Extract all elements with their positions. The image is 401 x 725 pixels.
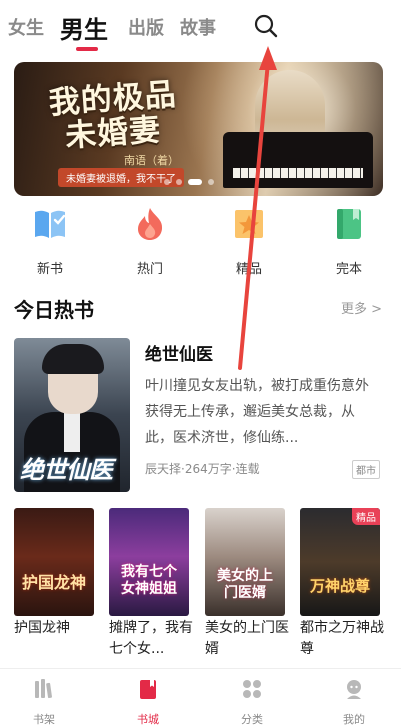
top-tabs: 女生 男生 出版 故事 <box>0 0 401 56</box>
finished-book-icon <box>337 209 361 239</box>
category-label: 完本 <box>335 262 362 277</box>
book-cover[interactable]: 我有七个女神姐姐 <box>109 508 189 616</box>
book-cover[interactable]: 美女的上门医婿 <box>205 508 285 616</box>
book-word-count: 264万字 <box>184 462 232 476</box>
book-cover[interactable]: 万神战尊 精品 <box>300 508 380 616</box>
category-hot[interactable]: 热门 <box>120 206 180 277</box>
nav-profile[interactable]: 我的 <box>324 677 384 725</box>
featured-book-description: 叶川撞见女友出轨，被打成重伤意外获得无上传承，邂逅美女总裁，从此，医术济世，修仙… <box>145 378 369 446</box>
nav-label: 书架 <box>33 713 55 725</box>
featured-book-cover[interactable]: 绝世仙医 <box>14 338 130 492</box>
promo-banner[interactable]: 我的极品 未婚妻 南语（着） 未婚妻被退婚，我不干了 <box>14 62 383 196</box>
cover-title-text: 万神战尊 <box>309 577 370 595</box>
bookstore-icon <box>140 680 156 699</box>
category-icon <box>243 680 261 698</box>
cover-title-text: 绝世仙医 <box>20 456 113 484</box>
banner-dot[interactable] <box>208 179 214 185</box>
book-cover[interactable]: 护国龙神 <box>14 508 94 616</box>
banner-dot[interactable] <box>164 179 170 185</box>
tab-stories[interactable]: 故事 <box>180 14 216 40</box>
star-icon <box>235 210 263 238</box>
category-new-books[interactable]: 新书 <box>20 206 80 277</box>
banner-dot[interactable] <box>176 179 182 185</box>
tab-male[interactable]: 男生 <box>60 10 108 45</box>
category-label: 热门 <box>136 262 163 277</box>
banner-title: 我的极品 未婚妻 <box>48 77 180 155</box>
genre-tag: 都市 <box>352 460 380 479</box>
search-icon <box>254 14 278 38</box>
book-title[interactable]: 美女的上门医婿 <box>205 618 289 660</box>
nav-bookstore[interactable]: 书城 <box>118 677 178 725</box>
category-finished[interactable]: 完本 <box>319 206 379 277</box>
tab-female[interactable]: 女生 <box>8 14 44 40</box>
section-title: 今日热书 <box>14 298 94 322</box>
active-tab-indicator <box>76 47 98 51</box>
nav-category[interactable]: 分类 <box>222 677 282 725</box>
more-link[interactable]: 更多 > <box>341 298 382 317</box>
category-label: 新书 <box>36 262 63 277</box>
profile-icon <box>347 680 361 699</box>
nav-bookshelf[interactable]: 书架 <box>14 677 74 725</box>
book-title[interactable]: 摊牌了，我有七个女... <box>109 618 193 660</box>
search-button[interactable] <box>253 13 279 39</box>
bookshelf-icon <box>35 679 52 699</box>
banner-piano-keys <box>233 168 363 178</box>
book-title[interactable]: 护国龙神 <box>14 618 98 639</box>
featured-book-title[interactable]: 绝世仙医 <box>145 340 213 365</box>
bottom-navigation: 书架 书城 分类 我的 <box>0 668 401 725</box>
nav-label: 分类 <box>241 713 263 725</box>
cover-title-text: 美女的上门医婿 <box>217 568 273 601</box>
cover-figure <box>42 344 104 374</box>
category-label: 精品 <box>235 262 262 277</box>
featured-book-meta: 辰天择·264万字·连载 <box>145 460 260 477</box>
book-title[interactable]: 都市之万神战尊 <box>300 618 384 660</box>
cover-title-text: 护国龙神 <box>21 573 86 592</box>
banner-dot-active[interactable] <box>188 179 202 185</box>
fire-icon <box>138 208 163 240</box>
book-icon <box>35 210 66 238</box>
nav-label: 书城 <box>137 713 159 725</box>
book-author: 辰天择 <box>145 462 182 476</box>
category-premium[interactable]: 精品 <box>219 206 279 277</box>
banner-author: 南语（着） <box>124 154 179 167</box>
premium-badge: 精品 <box>352 508 380 525</box>
cover-title-text: 我有七个女神姐姐 <box>121 564 177 597</box>
tab-publishing[interactable]: 出版 <box>128 14 164 40</box>
banner-piano-image <box>223 132 373 188</box>
book-status: 连载 <box>235 462 260 476</box>
nav-label: 我的 <box>343 713 365 725</box>
cover-figure <box>64 412 80 452</box>
